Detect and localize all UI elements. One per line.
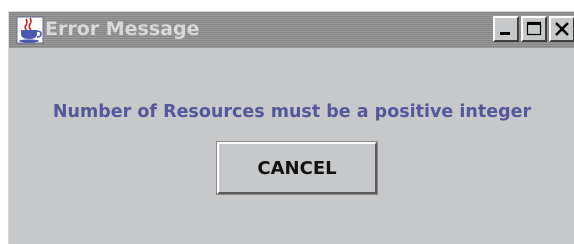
minimize-button[interactable] — [493, 16, 519, 42]
window-title: Error Message — [45, 18, 200, 40]
minimize-icon — [500, 32, 510, 35]
java-cup-icon[interactable] — [15, 15, 45, 45]
error-message: Number of Resources must be a positive i… — [52, 102, 532, 122]
close-button[interactable] — [549, 16, 574, 42]
close-icon — [555, 22, 569, 36]
window-controls — [491, 16, 574, 44]
maximize-button[interactable] — [521, 16, 547, 42]
cancel-button[interactable]: CANCEL — [216, 141, 378, 195]
error-dialog-window: Error Message Number of Resources must b… — [8, 11, 574, 244]
maximize-icon — [526, 21, 542, 36]
title-bar[interactable]: Error Message — [9, 12, 574, 48]
